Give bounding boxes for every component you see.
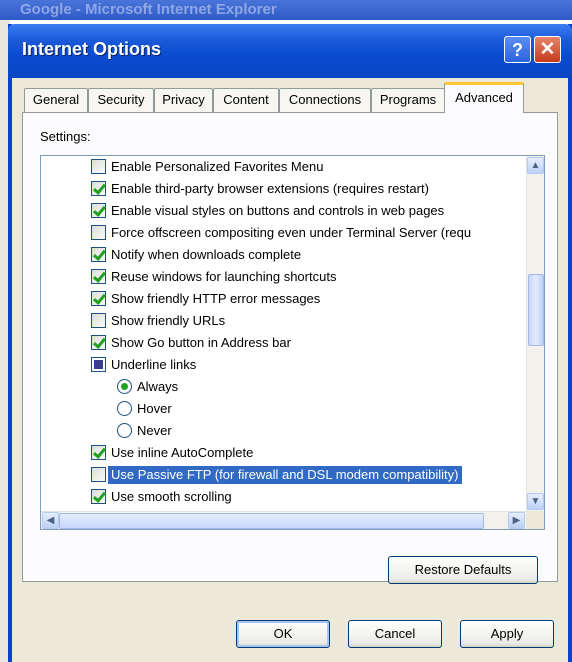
checkbox[interactable]: [91, 203, 106, 218]
scrollbar-corner: [526, 511, 544, 529]
scroll-left-icon[interactable]: ◀: [42, 512, 59, 529]
checkbox[interactable]: [91, 335, 106, 350]
checkbox[interactable]: [91, 181, 106, 196]
close-button[interactable]: ✕: [534, 36, 561, 63]
list-item[interactable]: Enable third-party browser extensions (r…: [41, 178, 526, 200]
list-item[interactable]: Never: [41, 420, 526, 442]
checkbox[interactable]: [91, 291, 106, 306]
list-item[interactable]: Enable visual styles on buttons and cont…: [41, 200, 526, 222]
list-item-label: Enable visual styles on buttons and cont…: [111, 203, 445, 218]
list-item[interactable]: Force offscreen compositing even under T…: [41, 222, 526, 244]
list-item[interactable]: Show friendly URLs: [41, 310, 526, 332]
list-item-label: Always: [137, 379, 179, 394]
checkbox[interactable]: [91, 313, 106, 328]
list-item[interactable]: Show Go button in Address bar: [41, 332, 526, 354]
checkbox[interactable]: [91, 159, 106, 174]
list-group-header: Underline links: [41, 354, 526, 376]
list-item[interactable]: Reuse windows for launching shortcuts: [41, 266, 526, 288]
vertical-scrollbar[interactable]: ▲ ▼: [526, 156, 544, 511]
background-window-title: Google - Microsoft Internet Explorer: [20, 1, 277, 18]
list-item-label: Use Passive FTP (for firewall and DSL mo…: [108, 466, 462, 484]
cancel-button[interactable]: Cancel: [348, 620, 442, 648]
radio-button[interactable]: [117, 379, 132, 394]
checkbox[interactable]: [91, 225, 106, 240]
list-item-label: Underline links: [111, 357, 197, 372]
tab-security[interactable]: Security: [88, 88, 154, 112]
list-item-label: Force offscreen compositing even under T…: [111, 225, 472, 240]
list-item[interactable]: Use smooth scrolling: [41, 486, 526, 508]
list-item-label: Notify when downloads complete: [111, 247, 302, 262]
group-icon: [91, 357, 106, 372]
scroll-right-icon[interactable]: ▶: [508, 512, 525, 529]
tab-connections[interactable]: Connections: [279, 88, 371, 112]
list-item-label: Enable third-party browser extensions (r…: [111, 181, 429, 196]
tab-advanced[interactable]: Advanced: [444, 82, 524, 113]
list-item-label: Never: [137, 423, 172, 438]
dialog-titlebar[interactable]: Internet Options ? ✕: [8, 24, 572, 78]
radio-button[interactable]: [117, 423, 132, 438]
list-item-selected[interactable]: Use Passive FTP (for firewall and DSL mo…: [41, 464, 526, 486]
list-item-label: Hover: [137, 401, 172, 416]
list-item[interactable]: Enable Personalized Favorites Menu: [41, 156, 526, 178]
horizontal-scrollbar[interactable]: ◀ ▶: [41, 511, 526, 529]
checkbox[interactable]: [91, 445, 106, 460]
list-item-label: Use inline AutoComplete: [111, 445, 254, 460]
tab-programs[interactable]: Programs: [371, 88, 445, 112]
list-item-label: Show friendly URLs: [111, 313, 226, 328]
checkbox[interactable]: [91, 489, 106, 504]
horizontal-scroll-thumb[interactable]: [59, 513, 484, 529]
ok-button[interactable]: OK: [236, 620, 330, 648]
list-item[interactable]: Use inline AutoComplete: [41, 442, 526, 464]
radio-button[interactable]: [117, 401, 132, 416]
background-window-titlebar: Google - Microsoft Internet Explorer: [0, 0, 572, 20]
list-item-label: Show friendly HTTP error messages: [111, 291, 321, 306]
list-item-label: Use smooth scrolling: [111, 489, 232, 504]
restore-defaults-button[interactable]: Restore Defaults: [388, 556, 538, 584]
apply-button[interactable]: Apply: [460, 620, 554, 648]
tab-general[interactable]: General: [24, 88, 88, 112]
dialog-title: Internet Options: [22, 39, 161, 59]
settings-label: Settings:: [40, 129, 91, 144]
list-item-label: Reuse windows for launching shortcuts: [111, 269, 337, 284]
checkbox[interactable]: [91, 247, 106, 262]
tab-content[interactable]: Content: [213, 88, 279, 112]
list-item[interactable]: Notify when downloads complete: [41, 244, 526, 266]
scroll-down-icon[interactable]: ▼: [527, 493, 544, 510]
checkbox[interactable]: [91, 269, 106, 284]
list-item-label: Show Go button in Address bar: [111, 335, 291, 350]
settings-list[interactable]: Enable Personalized Favorites Menu Enabl…: [40, 155, 545, 530]
list-item[interactable]: Always: [41, 376, 526, 398]
list-item[interactable]: Show friendly HTTP error messages: [41, 288, 526, 310]
internet-options-dialog: Internet Options ? ✕ General Security Pr…: [8, 24, 572, 662]
list-item[interactable]: Hover: [41, 398, 526, 420]
help-button[interactable]: ?: [504, 36, 531, 63]
checkbox[interactable]: [91, 467, 106, 482]
vertical-scroll-thumb[interactable]: [528, 274, 544, 346]
scroll-up-icon[interactable]: ▲: [527, 157, 544, 174]
tab-privacy[interactable]: Privacy: [154, 88, 213, 112]
list-item-label: Enable Personalized Favorites Menu: [111, 159, 324, 174]
